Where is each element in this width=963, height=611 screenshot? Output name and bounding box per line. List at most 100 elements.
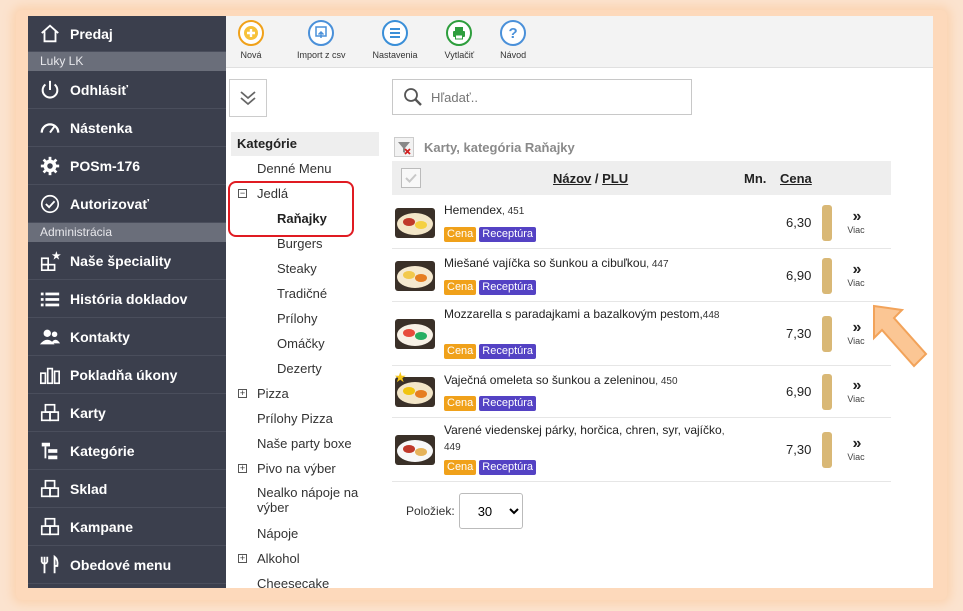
more-button[interactable]: » Viac [842,262,870,289]
recipe-badge[interactable]: Receptúra [479,344,537,359]
price-badge[interactable]: Cena [444,396,477,411]
search-box[interactable] [392,79,692,115]
sidebar-item-lunch-menu[interactable]: Obedové menu [28,546,226,584]
food-thumbnail [395,319,435,349]
category-label: Tradičné [277,286,328,301]
sidebar-item-specialties[interactable]: ★ Naše špeciality [28,242,226,280]
logout-button[interactable]: Odhlásiť [28,71,226,109]
table-row[interactable]: Hemendex, 451 Cena Receptúra 6,30 » Viac [392,196,891,249]
double-chevron-right-icon: » [852,208,862,225]
category-label: Burgers [277,236,323,251]
category-item[interactable]: Denné Menu [231,156,379,181]
category-item[interactable]: Tradičné [231,281,379,306]
more-button[interactable]: » Viac [842,208,870,236]
category-item[interactable]: Cheesecake [231,571,379,588]
sort-by-name-link[interactable]: Názov [553,171,591,186]
table-row[interactable]: Miešané vajíčka so šunkou a cibuľkou, 44… [392,249,891,302]
table-row[interactable]: Vaječná omeleta so šunkou a zeleninou, 4… [392,366,891,418]
more-button[interactable]: » Viac [842,319,870,347]
sidebar-item-dashboard[interactable]: Nástenka [28,109,226,147]
item-name: Hemendex, 451 [444,203,739,219]
filter-clear-icon[interactable] [394,137,414,157]
print-label: Vytlačiť [444,50,475,60]
item-plu: , 450 [655,376,678,387]
quantity-bar [822,432,832,468]
help-button[interactable]: ? Návod [500,16,526,67]
check-icon [405,173,417,183]
more-button[interactable]: » Viac [842,436,870,463]
question-icon: ? [500,20,527,46]
sidebar-item-cashier-actions[interactable]: Pokladňa úkony [28,356,226,394]
recipe-badge[interactable]: Receptúra [479,227,537,242]
category-item[interactable]: + Pizza [231,381,379,406]
item-plu: , 451 [502,206,525,217]
price-badge[interactable]: Cena [444,344,477,359]
category-item[interactable]: Nápoje [231,521,379,546]
table-row[interactable]: Mozzarella s paradajkami a bazalkovým pe… [392,302,891,366]
sort-by-plu-link[interactable]: PLU [602,171,628,186]
sidebar-item-authorize[interactable]: Autorizovať [28,185,226,223]
category-item[interactable]: Naše party boxe [231,431,379,456]
pointer-arrow-annotation [873,304,928,368]
recipe-badge[interactable]: Receptúra [479,460,537,475]
settings-button[interactable]: Nastavenia [373,16,418,67]
expand-icon[interactable]: + [238,389,247,398]
page-size-select[interactable]: 30 [458,493,523,529]
category-item[interactable]: + Pivo na výber [231,456,379,481]
category-item[interactable]: + Alkohol [231,546,379,571]
collapse-button[interactable] [229,79,267,117]
dashboard-icon [38,116,62,140]
logout-label: Odhlásiť [70,81,129,98]
expand-icon[interactable]: + [238,464,247,473]
select-all-checkbox[interactable] [401,168,421,188]
import-button[interactable]: Import z csv [297,16,346,67]
search-input[interactable] [431,89,671,105]
item-badges: Cena Receptúra [444,280,537,295]
sidebar-item-categories[interactable]: Kategórie [28,432,226,470]
quantity-bar [822,374,832,410]
category-item[interactable]: Omáčky [231,331,379,356]
print-button[interactable]: Vytlačiť [444,16,475,67]
recipe-badge[interactable]: Receptúra [479,396,537,411]
highlight-annotation [228,181,354,237]
star-badge-icon: ★ [394,369,407,385]
import-icon [308,20,335,46]
item-price: 7,30 [786,326,812,341]
new-button[interactable]: Nová [238,16,264,67]
sidebar-item-contacts[interactable]: Kontakty [28,318,226,356]
more-button[interactable]: » Viac [842,378,870,405]
item-name-text: Hemendex [444,203,503,217]
item-name: Miešané vajíčka so šunkou a cibuľkou, 44… [444,256,739,272]
food-thumbnail [395,261,435,291]
sidebar-item-cards[interactable]: Karty [28,394,226,432]
item-plu: 448 [702,310,720,321]
sidebar-item-history[interactable]: História dokladov [28,280,226,318]
double-chevron-right-icon: » [852,319,862,336]
power-icon [38,78,62,102]
sidebar-item-campaigns[interactable]: Kampane [28,508,226,546]
category-item[interactable]: Nealko nápoje na výber [231,481,379,521]
price-badge[interactable]: Cena [444,227,477,242]
sidebar-item-predaj[interactable]: Predaj [28,16,226,52]
sidebar-item-posm[interactable]: POSm-176 [28,147,226,185]
sort-by-price-link[interactable]: Cena [780,171,812,186]
warehouse-icon [38,477,62,501]
recipe-badge[interactable]: Receptúra [479,280,537,295]
category-label: Omáčky [277,336,325,351]
price-badge[interactable]: Cena [444,460,477,475]
expand-icon[interactable]: + [238,554,247,563]
item-name: Mozzarella s paradajkami a bazalkovým pe… [444,307,739,323]
category-item[interactable]: Prílohy Pizza [231,406,379,431]
category-item[interactable]: Steaky [231,256,379,281]
price-badge[interactable]: Cena [444,280,477,295]
header-quantity: Mn. [744,171,767,186]
category-item[interactable]: Dezerty [231,356,379,381]
item-badges: Cena Receptúra [444,227,537,242]
sidebar-item-warehouse[interactable]: Sklad [28,470,226,508]
category-item[interactable]: Prílohy [231,306,379,331]
table-row[interactable]: Varené viedenskej párky, horčica, chren,… [392,418,891,482]
sidebar-item-label: Nástenka [70,119,133,136]
category-label: Prílohy [277,311,318,326]
item-name: Varené viedenskej párky, horčica, chren,… [444,423,739,455]
item-price: 6,30 [786,215,812,230]
